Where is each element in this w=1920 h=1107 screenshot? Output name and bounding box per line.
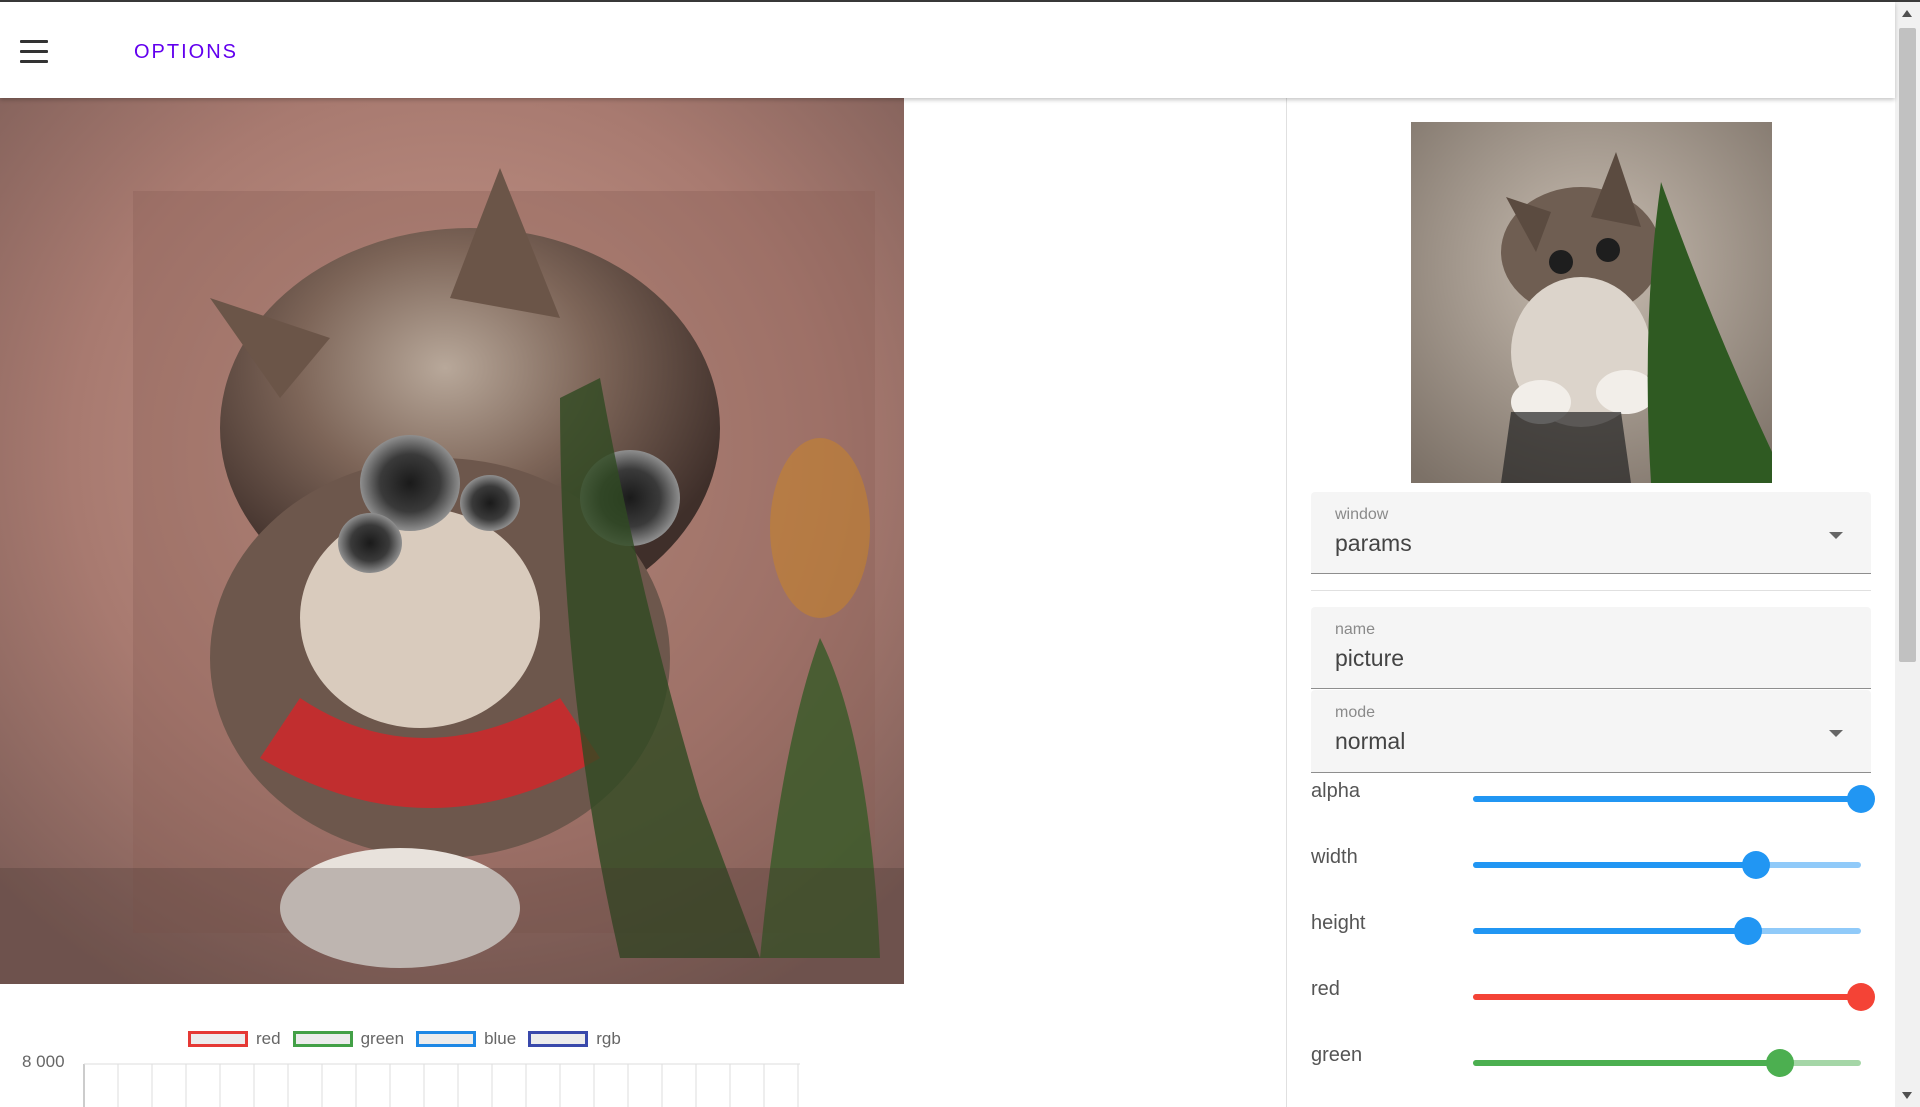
section-divider [1311, 590, 1871, 591]
slider-fill-width [1473, 862, 1757, 868]
slider-thumb-green[interactable] [1765, 1049, 1794, 1077]
slider-width[interactable] [1473, 862, 1861, 868]
window-select-value: params [1335, 530, 1412, 556]
scroll-down-icon[interactable] [1902, 1092, 1912, 1099]
histogram-legend: red green blue rgb [188, 1027, 621, 1051]
slider-alpha[interactable] [1473, 796, 1861, 802]
legend-label-blue: blue [484, 1029, 517, 1048]
scroll-thumb[interactable] [1899, 28, 1916, 662]
slider-label-width: width [1311, 846, 1358, 868]
slider-label-height: height [1311, 912, 1366, 934]
histogram-chart [83, 1063, 800, 1107]
chevron-down-icon [1829, 730, 1843, 737]
slider-fill-green [1473, 1060, 1780, 1066]
slider-thumb-red[interactable] [1847, 983, 1875, 1011]
mode-select[interactable]: mode normal [1311, 690, 1871, 773]
page-scrollbar[interactable] [1895, 2, 1920, 1107]
chevron-down-icon [1829, 532, 1843, 539]
legend-swatch-rgb [528, 1031, 589, 1047]
app-bar: OPTIONS [0, 2, 1895, 98]
panel-divider [1286, 98, 1287, 1107]
legend-swatch-blue [416, 1031, 477, 1047]
slider-fill-red [1473, 994, 1861, 1000]
slider-row-green: green [1311, 1044, 1881, 1084]
slider-label-alpha: alpha [1311, 780, 1360, 802]
slider-thumb-alpha[interactable] [1847, 785, 1875, 813]
preview-thumbnail [1411, 122, 1772, 483]
window-select-label: window [1335, 506, 1389, 523]
name-field-value[interactable]: picture [1335, 645, 1404, 672]
legend-label-rgb: rgb [596, 1029, 621, 1048]
legend-label-red: red [256, 1029, 281, 1048]
slider-fill-alpha [1473, 796, 1861, 802]
slider-row-width: width [1311, 846, 1881, 886]
slider-row-red: red [1311, 978, 1881, 1018]
window-select[interactable]: window params [1311, 492, 1871, 574]
name-field-label: name [1335, 621, 1376, 638]
legend-item-blue[interactable]: blue [416, 1029, 516, 1049]
legend-item-green[interactable]: green [292, 1029, 405, 1049]
slider-row-alpha: alpha [1311, 780, 1881, 820]
legend-label-green: green [360, 1029, 405, 1048]
name-field[interactable]: name picture [1311, 607, 1871, 689]
legend-item-rgb[interactable]: rgb [528, 1029, 621, 1049]
slider-fill-height [1473, 928, 1749, 934]
hamburger-menu-icon[interactable] [14, 32, 54, 72]
legend-swatch-red [188, 1031, 248, 1047]
legend-swatch-green [292, 1031, 353, 1047]
image-canvas[interactable] [0, 98, 904, 984]
scroll-up-icon[interactable] [1902, 10, 1912, 17]
slider-height[interactable] [1473, 928, 1861, 934]
mode-select-label: mode [1335, 704, 1376, 721]
slider-label-red: red [1311, 978, 1340, 1000]
slider-green[interactable] [1473, 1060, 1861, 1066]
slider-row-height: height [1311, 912, 1881, 952]
slider-red[interactable] [1473, 994, 1861, 1000]
options-button[interactable]: OPTIONS [120, 30, 252, 74]
slider-label-green: green [1311, 1044, 1363, 1066]
slider-thumb-height[interactable] [1734, 917, 1763, 945]
legend-item-red[interactable]: red [188, 1029, 281, 1049]
mode-select-value: normal [1335, 728, 1406, 754]
slider-thumb-width[interactable] [1742, 851, 1771, 879]
